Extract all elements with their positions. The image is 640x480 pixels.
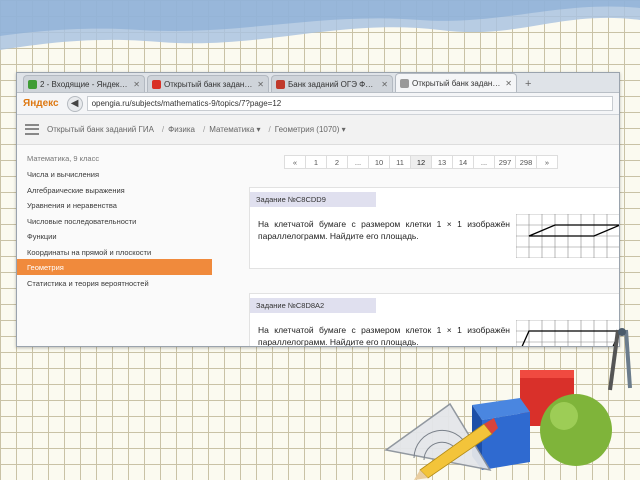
tab-favicon-icon bbox=[28, 79, 37, 89]
close-icon[interactable]: ✕ bbox=[133, 80, 140, 89]
browser-tab[interactable]: Банк заданий ОГЭ ФИПИ ... ✕ bbox=[271, 75, 393, 92]
decorative-wave bbox=[0, 0, 640, 50]
breadcrumb-geometry[interactable]: Геометрия (1070) ▾ bbox=[275, 125, 346, 134]
page-link[interactable]: 13 bbox=[431, 155, 453, 169]
new-tab-button[interactable]: + bbox=[519, 78, 537, 92]
page-current[interactable]: 12 bbox=[410, 155, 432, 169]
page-link[interactable]: 298 bbox=[515, 155, 537, 169]
page-next[interactable]: » bbox=[536, 155, 558, 169]
tab-label: Банк заданий ОГЭ ФИПИ ... bbox=[288, 79, 378, 89]
page-prev[interactable]: « bbox=[284, 155, 306, 169]
sidebar-item-equations[interactable]: Уравнения и неравенства bbox=[17, 197, 212, 213]
tab-favicon-icon bbox=[276, 79, 285, 89]
menu-icon[interactable] bbox=[25, 123, 39, 137]
sidebar-item-numbers[interactable]: Числа и вычисления bbox=[17, 166, 212, 182]
close-icon[interactable]: ✕ bbox=[257, 80, 264, 89]
page-link[interactable]: 11 bbox=[389, 155, 411, 169]
tab-label: Открытый банк заданий ГИА ... bbox=[412, 78, 502, 88]
page-ellipsis: ... bbox=[347, 155, 369, 169]
page-link[interactable]: 14 bbox=[452, 155, 474, 169]
page-link[interactable]: 1 bbox=[305, 155, 327, 169]
page-link[interactable]: 2 bbox=[326, 155, 348, 169]
url-input[interactable]: opengia.ru/subjects/mathematics-9/topics… bbox=[86, 96, 613, 111]
page-link[interactable]: 297 bbox=[494, 155, 516, 169]
page-ellipsis: ... bbox=[473, 155, 495, 169]
tab-favicon-icon bbox=[152, 79, 161, 89]
page-link[interactable]: 10 bbox=[368, 155, 390, 169]
sidebar-item-algebra[interactable]: Алгебраические выражения bbox=[17, 182, 212, 198]
sidebar-item-statistics[interactable]: Статистика и теория вероятностей bbox=[17, 275, 212, 291]
school-supplies-decoration bbox=[384, 328, 632, 480]
browser-window: 2 - Входящие - Яндекс.П... ✕ Открытый ба… bbox=[16, 72, 620, 347]
task-title[interactable]: Задание №C8D8A2 bbox=[250, 298, 376, 313]
task-title[interactable]: Задание №C8CDD9 bbox=[250, 192, 376, 207]
parallelogram-figure bbox=[516, 214, 619, 258]
breadcrumb-physics[interactable]: Физика bbox=[168, 125, 195, 134]
task-text: На клетчатой бумаге с размером клетки 1 … bbox=[258, 219, 510, 241]
pagination: « 1 2 ... 10 11 12 13 14 ... 297 298 » bbox=[284, 155, 558, 169]
browser-tab[interactable]: 2 - Входящие - Яндекс.П... ✕ bbox=[23, 75, 145, 92]
sidebar-item-coordinates[interactable]: Координаты на прямой и плоскости bbox=[17, 244, 212, 260]
site-navigation: Открытый банк заданий ГИА / Физика / Мат… bbox=[17, 115, 619, 145]
close-icon[interactable]: ✕ bbox=[381, 80, 388, 89]
sidebar: Математика, 9 класс Числа и вычисления А… bbox=[17, 151, 212, 290]
ball-icon bbox=[540, 394, 612, 466]
breadcrumb-home[interactable]: Открытый банк заданий ГИА bbox=[47, 125, 154, 134]
yandex-logo[interactable]: Яндекс bbox=[23, 98, 59, 109]
back-arrow-icon[interactable]: ◀ bbox=[66, 95, 83, 112]
sidebar-heading: Математика, 9 класс bbox=[27, 154, 100, 163]
sidebar-item-sequences[interactable]: Числовые последовательности bbox=[17, 213, 212, 229]
tab-bar: 2 - Входящие - Яндекс.П... ✕ Открытый ба… bbox=[17, 73, 619, 93]
close-icon[interactable]: ✕ bbox=[505, 79, 512, 88]
browser-tab[interactable]: Открытый банк заданий ... ✕ bbox=[147, 75, 269, 92]
breadcrumb-math[interactable]: Математика ▾ bbox=[209, 125, 260, 134]
tab-label: 2 - Входящие - Яндекс.П... bbox=[40, 79, 131, 89]
task-card: Задание №C8CDD9 На клетчатой бумаге с ра… bbox=[249, 187, 619, 269]
tab-favicon-icon bbox=[400, 78, 409, 88]
compass-icon bbox=[608, 328, 632, 391]
browser-tab-active[interactable]: Открытый банк заданий ГИА ... ✕ bbox=[395, 73, 517, 92]
sidebar-item-geometry[interactable]: Геометрия bbox=[17, 259, 212, 275]
main-content: Математика, 9 класс Числа и вычисления А… bbox=[17, 145, 619, 346]
tab-label: Открытый банк заданий ... bbox=[164, 79, 255, 89]
address-bar: Яндекс ◀ opengia.ru/subjects/mathematics… bbox=[17, 93, 619, 115]
sidebar-item-functions[interactable]: Функции bbox=[17, 228, 212, 244]
